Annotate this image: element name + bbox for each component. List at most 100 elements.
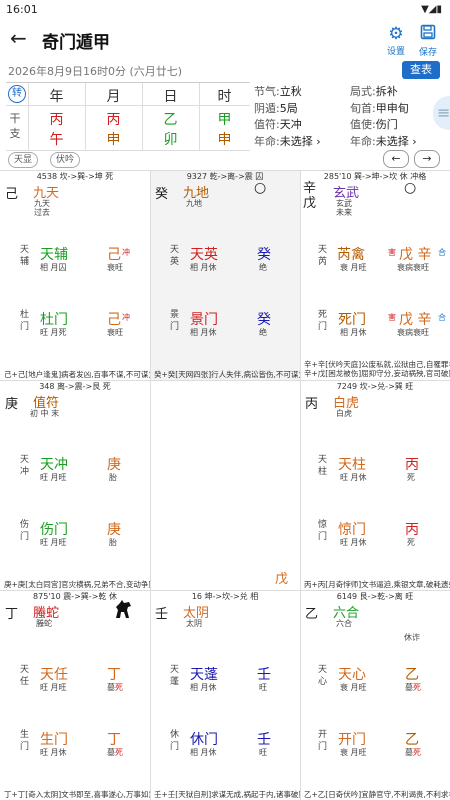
- palace-door-sub: 相 月休: [190, 328, 217, 337]
- palace-star-vertical: 天辅: [20, 245, 30, 267]
- pillar-header-day: 日: [163, 89, 178, 105]
- palace-heaven-sub: 胎: [109, 473, 117, 482]
- palace-door-stem: 壬: [257, 732, 271, 748]
- palace-footnote: 丙+丙[月奇悖师]文书逼迫,乘银文章,破耗遗失: [304, 580, 450, 589]
- palace-door: 景门: [190, 312, 218, 328]
- palace-star-vertical: 天蓬: [170, 665, 180, 687]
- palace-door-vertical: 杜门: [20, 310, 30, 332]
- next-button[interactable]: →: [414, 150, 440, 168]
- year-gan: 丙: [49, 112, 64, 128]
- day-gan: 乙: [163, 112, 178, 128]
- palace-earth-stem: 辛戊: [303, 181, 317, 211]
- palace-god-sub: 白虎: [336, 409, 352, 418]
- palace-star-sub: 相 月休: [190, 683, 217, 692]
- save-button[interactable]: 保存: [410, 24, 446, 58]
- palace-god-sub2: 未来: [336, 208, 352, 217]
- info-dun: 阴遁:5局: [254, 101, 298, 115]
- palace-earth-stem: 乙: [305, 607, 319, 622]
- palace-door-vertical: 休门: [170, 730, 180, 752]
- palace-heaven-stem: 庚: [107, 457, 121, 473]
- rotate-toggle[interactable]: 转: [8, 85, 26, 103]
- palace-star-sub: 旺 月旺: [40, 473, 67, 482]
- palace-star-sub: 衰 月旺: [340, 683, 367, 692]
- palace-zhen[interactable]: 348 离->震->艮 死 庚 值符 初 中 末 天冲 天冲 旺 月旺 庚 胎 …: [0, 380, 150, 590]
- pillar-table: 转 干支 年 月 日 时 丙 丙 乙 甲 午 申 卯 申: [6, 82, 250, 151]
- palace-kan[interactable]: 16 坤->坎->兑 相 壬 太阴 太阴 天蓬 天蓬 相 月休 壬 旺 休门 休…: [150, 590, 300, 800]
- palace-door-stem: 丙: [405, 522, 419, 538]
- info-zhishi: 值使:伤门: [350, 118, 398, 131]
- palace-door: 杜门: [40, 312, 68, 328]
- palace-qian[interactable]: 6149 艮->乾->离 旺 乙 六合 六合 休诈 天心 天心 衰 月旺 乙 墓…: [300, 590, 450, 800]
- palace-center[interactable]: 戊: [150, 380, 300, 590]
- info-xunshou: 旬首:甲申旬: [350, 101, 409, 115]
- status-icons: ▼◢▮: [421, 4, 442, 15]
- month-gan: 丙: [106, 112, 121, 128]
- palace-door-stem-sub: 墓死: [405, 748, 421, 757]
- back-arrow-icon[interactable]: ←: [10, 26, 27, 50]
- palace-dui[interactable]: 7249 坎->兑->巽 旺 丙 白虎 白虎 天柱 天柱 旺 月休 丙 死 惊门…: [300, 380, 450, 590]
- palace-gen[interactable]: 875'10 震->巽->乾 休 丁 螣蛇 螣蛇 天任 天任 旺 月旺 丁 墓死…: [0, 590, 150, 800]
- palace-star-sub: 衰 月旺: [340, 263, 367, 272]
- palace-heaven-sub: 死: [407, 473, 415, 482]
- horse-icon: [112, 598, 134, 624]
- palace-door: 伤门: [40, 522, 68, 538]
- query-button[interactable]: 查表: [402, 61, 440, 79]
- palace-door-stem: 己: [107, 312, 121, 328]
- palace-star-vertical: 天心: [318, 665, 328, 687]
- pillar-side-label: 干支: [9, 112, 21, 140]
- palace-xun[interactable]: 4538 坎->巽->坤 死 己 九天 九天 过去 天辅 天辅 相 月囚 己 冲…: [0, 170, 150, 380]
- palace-door-stem-sub: 墓死: [107, 748, 123, 757]
- palace-header: 7249 坎->兑->巽 旺: [336, 382, 414, 391]
- date-line: 2026年8月9日16时0分 (六月廿七): [8, 65, 183, 78]
- palace-god-sub: 六合: [336, 619, 352, 628]
- app-bar: ← 奇门遁甲 ⚙ 设置 保存: [0, 20, 450, 60]
- palace-heaven-sub: 绝: [259, 263, 267, 272]
- palace-heaven-stem: 壬: [257, 667, 271, 683]
- settings-button[interactable]: ⚙ 设置: [378, 24, 414, 57]
- palace-header: 16 坤->坎->兑 相: [191, 592, 259, 601]
- prev-button[interactable]: ←: [383, 150, 409, 168]
- palace-god-sub: 太阴: [186, 619, 202, 628]
- palace-heaven-stem: 癸: [257, 247, 271, 263]
- info-nianming-1[interactable]: 年命:未选择 ›: [254, 134, 321, 151]
- palace-star: 天蓬: [190, 667, 218, 683]
- palace-star: 天任: [40, 667, 68, 683]
- palace-star-sub: 相 月囚: [40, 263, 67, 272]
- palace-god-sub: 初 中 末: [30, 409, 60, 418]
- palace-door-stem: 戊 辛: [399, 312, 432, 328]
- tag-tianxian[interactable]: 天显: [8, 152, 39, 168]
- palace-heaven-sub: 衰旺: [107, 263, 123, 272]
- palace-heaven-sub: 墓死: [107, 683, 123, 692]
- hour-gan: 甲: [217, 112, 232, 128]
- palace-footnote: 癸+癸[天网四张]行人失伴,病讼皆伤,不可谋为: [154, 370, 300, 379]
- info-nianming-2[interactable]: 年命:未选择 ›: [350, 134, 417, 151]
- palace-door-mark: 害: [388, 313, 396, 322]
- palace-heaven-sub: 墓死: [405, 683, 421, 692]
- palace-heaven-mark: 害: [388, 248, 396, 257]
- palace-star-vertical: 天芮: [318, 245, 328, 267]
- palace-footnote: 己+己[地户逢鬼]病者发凶,百事不谋,不可谋为: [4, 370, 150, 379]
- palace-god-sub: 螣蛇: [36, 619, 52, 628]
- tag-fuyin[interactable]: 伏吟: [50, 152, 81, 168]
- palace-heaven-stem: 丙: [405, 457, 419, 473]
- palace-center-stem: 戊: [275, 572, 289, 587]
- palace-door: 死门: [338, 312, 366, 328]
- palace-header: 285'10 巽->坤->坎 休 冲格: [323, 172, 427, 181]
- palace-door-sub: 相 月休: [340, 328, 367, 337]
- palace-li[interactable]: 9327 乾->离->震 囚 癸 九地 九地 ○ 天英 天英 相 月休 癸 绝 …: [150, 170, 300, 380]
- palace-earth-stem: 丙: [305, 397, 319, 412]
- palace-door-vertical: 死门: [318, 310, 328, 332]
- drawer-handle-icon[interactable]: ≡: [433, 96, 450, 130]
- palace-star-vertical: 天柱: [318, 455, 328, 477]
- palace-god-sub2: 过去: [34, 208, 50, 217]
- palace-door-stem: 乙: [405, 732, 419, 748]
- palace-door: 休门: [190, 732, 218, 748]
- palace-kun[interactable]: 285'10 巽->坤->坎 休 冲格 辛戊 玄武 玄武 未来 ○ 天芮 芮禽 …: [300, 170, 450, 380]
- settings-label: 设置: [386, 47, 405, 57]
- palace-heaven-stem: 丁: [107, 667, 121, 683]
- palace-door-sub: 旺 月旺: [40, 538, 67, 547]
- palace-door-stem-sub: 死: [407, 538, 415, 547]
- palace-heaven-stem: 己: [107, 247, 121, 263]
- pillar-header-month: 月: [106, 89, 121, 105]
- day-zhi: 卯: [163, 132, 178, 148]
